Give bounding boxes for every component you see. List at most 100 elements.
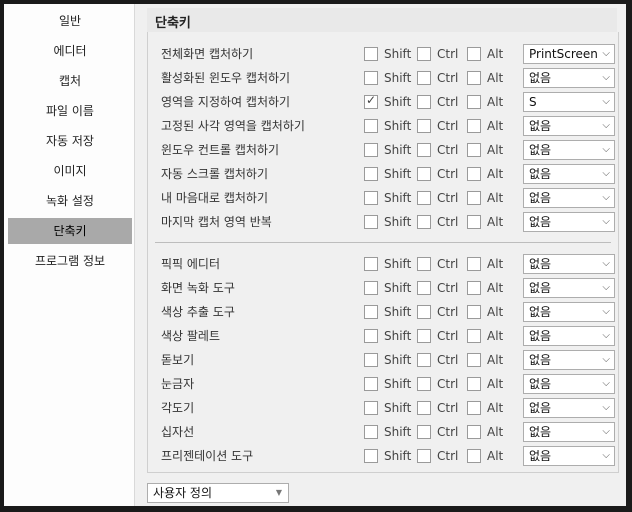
sidebar-item[interactable]: 자동 저장	[8, 128, 132, 154]
alt-checkbox[interactable]	[467, 305, 481, 319]
key-select[interactable]: PrintScreen ⌵	[523, 44, 615, 64]
alt-checkbox[interactable]	[467, 401, 481, 415]
shift-checkbox[interactable]	[364, 401, 378, 415]
alt-checkbox[interactable]	[467, 425, 481, 439]
section-header: 단축키	[147, 8, 617, 33]
sidebar-item[interactable]: 일반	[8, 8, 132, 34]
alt-checkbox[interactable]	[467, 377, 481, 391]
alt-checkbox[interactable]	[467, 257, 481, 271]
alt-checkbox[interactable]	[467, 353, 481, 367]
ctrl-checkbox[interactable]	[417, 119, 431, 133]
sidebar-item[interactable]: 파일 이름	[8, 98, 132, 124]
shortcut-label: 돋보기	[161, 353, 195, 367]
sidebar-item[interactable]: 캡처	[8, 68, 132, 94]
ctrl-checkbox[interactable]	[417, 281, 431, 295]
alt-checkbox[interactable]	[467, 119, 481, 133]
ctrl-checkbox[interactable]	[417, 95, 431, 109]
key-select[interactable]: 없음 ⌵	[523, 278, 615, 298]
key-select[interactable]: 없음 ⌵	[523, 446, 615, 466]
ctrl-checkbox[interactable]	[417, 47, 431, 61]
ctrl-checkbox[interactable]	[417, 167, 431, 181]
ctrl-label: Ctrl	[437, 191, 459, 205]
key-value: 없음	[529, 215, 552, 229]
sidebar-item[interactable]: 이미지	[8, 158, 132, 184]
alt-checkbox[interactable]	[467, 95, 481, 109]
sidebar-item[interactable]: 단축키	[8, 218, 132, 244]
alt-checkbox[interactable]	[467, 215, 481, 229]
key-select[interactable]: S ⌵	[523, 92, 615, 112]
key-select[interactable]: 없음 ⌵	[523, 212, 615, 232]
shift-checkbox[interactable]	[364, 425, 378, 439]
chevron-down-icon: ⌵	[602, 402, 610, 413]
chevron-down-icon: ⌵	[602, 258, 610, 269]
key-select[interactable]: 없음 ⌵	[523, 350, 615, 370]
alt-checkbox[interactable]	[467, 449, 481, 463]
key-select[interactable]: 없음 ⌵	[523, 302, 615, 322]
key-select[interactable]: 없음 ⌵	[523, 116, 615, 136]
key-select[interactable]: 없음 ⌵	[523, 254, 615, 274]
shift-checkbox[interactable]	[364, 215, 378, 229]
key-select[interactable]: 없음 ⌵	[523, 398, 615, 418]
key-value: PrintScreen	[529, 47, 598, 61]
ctrl-checkbox[interactable]	[417, 353, 431, 367]
chevron-down-icon: ⌵	[602, 378, 610, 389]
ctrl-checkbox[interactable]	[417, 71, 431, 85]
key-select[interactable]: 없음 ⌵	[523, 374, 615, 394]
settings-window: 일반 에디터 캡처 파일 이름 자동 저장 이미지 녹화 설정 단축키 프로그램 정보 단축키 …	[4, 4, 626, 506]
shift-checkbox[interactable]	[364, 257, 378, 271]
alt-checkbox[interactable]	[467, 47, 481, 61]
key-value: 없음	[529, 191, 552, 205]
ctrl-checkbox[interactable]	[417, 425, 431, 439]
key-value: 없음	[529, 377, 552, 391]
shift-checkbox[interactable]	[364, 281, 378, 295]
alt-checkbox[interactable]	[467, 281, 481, 295]
key-value: 없음	[529, 71, 552, 85]
key-select[interactable]: 없음 ⌵	[523, 140, 615, 160]
sidebar-item[interactable]: 에디터	[8, 38, 132, 64]
alt-checkbox[interactable]	[467, 191, 481, 205]
ctrl-checkbox[interactable]	[417, 449, 431, 463]
shift-checkbox[interactable]	[364, 305, 378, 319]
alt-checkbox[interactable]	[467, 329, 481, 343]
shift-checkbox[interactable]	[364, 449, 378, 463]
key-select[interactable]: 없음 ⌵	[523, 188, 615, 208]
shift-checkbox[interactable]	[364, 47, 378, 61]
alt-checkbox[interactable]	[467, 71, 481, 85]
ctrl-checkbox[interactable]	[417, 215, 431, 229]
ctrl-label: Ctrl	[437, 329, 459, 343]
shift-checkbox[interactable]	[364, 143, 378, 157]
alt-checkbox[interactable]	[467, 143, 481, 157]
sidebar-item[interactable]: 프로그램 정보	[8, 248, 132, 274]
key-select[interactable]: 없음 ⌵	[523, 164, 615, 184]
shift-checkbox[interactable]	[364, 353, 378, 367]
shift-checkbox[interactable]	[364, 167, 378, 181]
shift-checkbox[interactable]	[364, 71, 378, 85]
alt-label: Alt	[487, 449, 504, 463]
ctrl-checkbox[interactable]	[417, 257, 431, 271]
profile-select[interactable]: 사용자 정의 ▼	[147, 483, 289, 503]
shortcut-label: 활성화된 윈도우 캡처하기	[161, 71, 291, 85]
shift-checkbox[interactable]	[364, 119, 378, 133]
chevron-down-icon: ⌵	[602, 306, 610, 317]
ctrl-label: Ctrl	[437, 119, 459, 133]
ctrl-checkbox[interactable]	[417, 143, 431, 157]
shift-checkbox[interactable]: ✓	[364, 93, 378, 109]
chevron-down-icon: ⌵	[602, 282, 610, 293]
shift-checkbox[interactable]	[364, 191, 378, 205]
ctrl-checkbox[interactable]	[417, 191, 431, 205]
key-select[interactable]: 없음 ⌵	[523, 326, 615, 346]
shift-checkbox[interactable]	[364, 329, 378, 343]
alt-label: Alt	[487, 215, 504, 229]
ctrl-checkbox[interactable]	[417, 401, 431, 415]
alt-checkbox[interactable]	[467, 167, 481, 181]
ctrl-checkbox[interactable]	[417, 377, 431, 391]
ctrl-checkbox[interactable]	[417, 305, 431, 319]
sidebar-item[interactable]: 녹화 설정	[8, 188, 132, 214]
alt-label: Alt	[487, 281, 504, 295]
ctrl-checkbox[interactable]	[417, 329, 431, 343]
shortcut-label: 프리젠테이션 도구	[161, 449, 254, 463]
shift-checkbox[interactable]	[364, 377, 378, 391]
alt-label: Alt	[487, 425, 504, 439]
key-select[interactable]: 없음 ⌵	[523, 68, 615, 88]
key-select[interactable]: 없음 ⌵	[523, 422, 615, 442]
